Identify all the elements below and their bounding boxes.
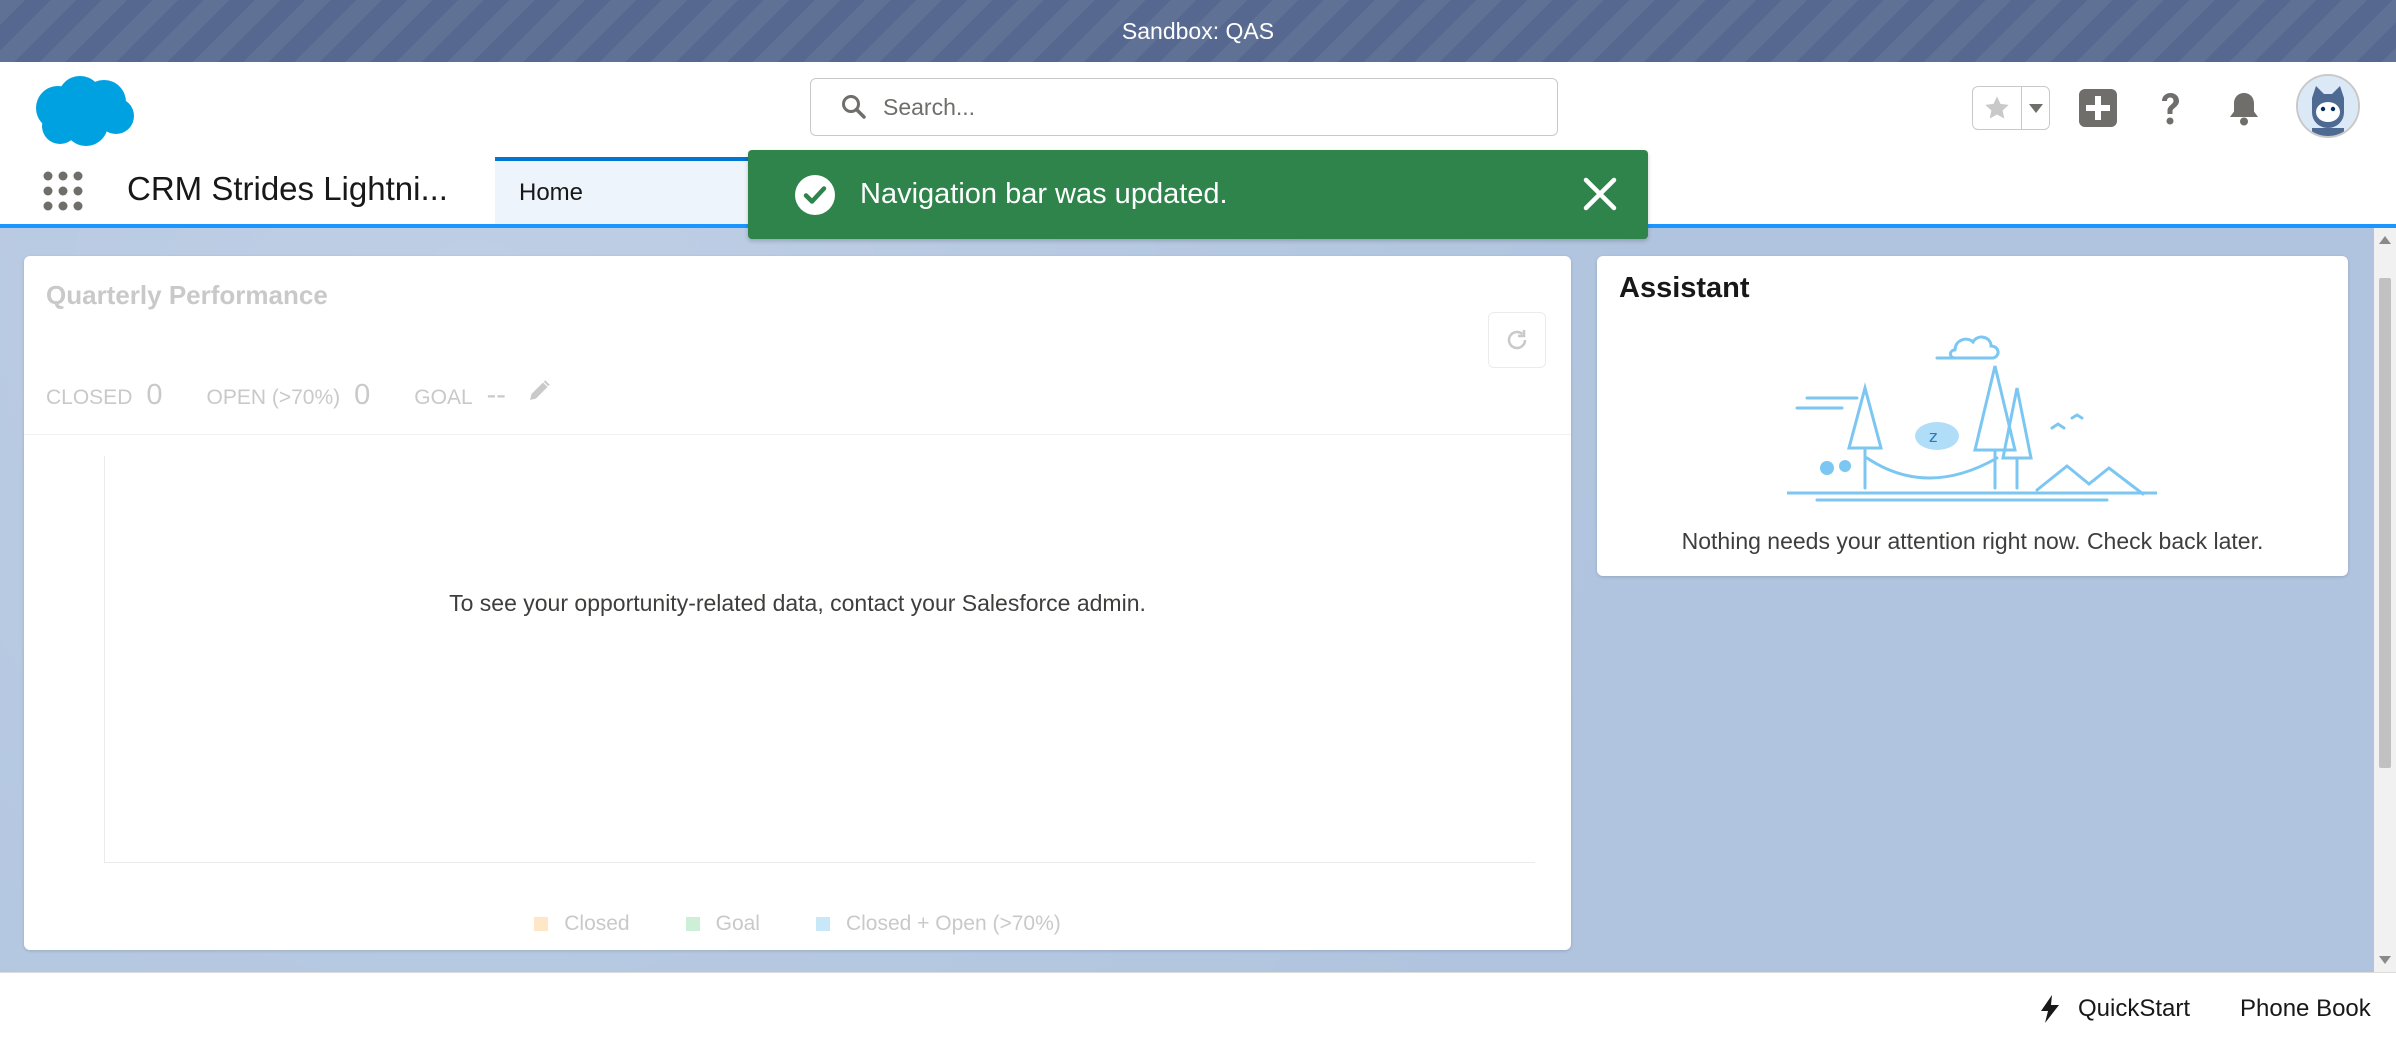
legend-label: Goal [715,912,760,935]
legend-swatch [815,917,830,931]
success-check-icon [795,174,835,215]
phone-book-button[interactable]: Phone Book [2240,995,2371,1023]
legend-item-closed: Closed [534,912,630,936]
global-header: Search... [0,62,2396,157]
assistant-empty-message: Nothing needs your attention right now. … [1681,528,2264,554]
quarterly-performance-card: Quarterly Performance CLOSED 0 OPEN (>70… [24,256,1571,950]
sandbox-label: Sandbox: QAS [1121,17,1275,44]
avatar[interactable] [2296,74,2360,138]
edit-goal-icon[interactable] [526,378,552,404]
scrollbar-thumb[interactable] [2379,278,2391,768]
lightning-icon [2041,995,2059,1023]
svg-text:z: z [1929,427,1937,446]
legend-item-closed-open: Closed + Open (>70%) [815,912,1061,936]
sandbox-banner: Sandbox: QAS [0,0,2396,62]
card-divider [24,434,1571,435]
performance-metrics: CLOSED 0 OPEN (>70%) 0 GOAL -- [46,378,552,412]
chevron-down-icon[interactable] [2021,87,2049,129]
success-toast: Navigation bar was updated. [748,150,1648,239]
closed-label: CLOSED [46,386,133,409]
utility-bar: QuickStart Phone Book [0,972,2396,1049]
phone-book-label: Phone Book [2240,995,2371,1022]
legend-item-goal: Goal [685,912,760,936]
legend-swatch [534,917,549,931]
page-scrollbar[interactable] [2374,228,2396,972]
favorites-button[interactable] [1972,86,2050,130]
search-icon [842,95,866,119]
salesforce-logo[interactable] [28,70,138,155]
legend-label: Closed + Open (>70%) [845,912,1061,935]
tab-home[interactable]: Home [495,157,750,224]
goal-value: -- [486,379,506,411]
scroll-down-arrow[interactable] [2379,956,2391,964]
refresh-button[interactable] [1488,312,1546,368]
empty-chart-message: To see your opportunity-related data, co… [449,590,1146,616]
app-name: CRM Strides Lightni... [127,170,448,207]
chart-area [104,456,1535,863]
goal-label: GOAL [414,386,473,409]
quickstart-label: QuickStart [2078,995,2191,1022]
search-placeholder: Search... [883,93,976,120]
empty-state-illustration: z [1787,335,2157,502]
legend-label: Closed [564,912,630,935]
open-label: OPEN (>70%) [206,386,341,409]
bell-icon[interactable] [2220,84,2268,132]
refresh-icon [1507,330,1527,350]
star-icon[interactable] [1973,87,2021,129]
add-icon[interactable] [2074,84,2122,132]
quickstart-button[interactable]: QuickStart [2040,995,2190,1023]
closed-value: 0 [146,379,163,411]
tab-home-label: Home [519,179,584,206]
chart-legend: Closed Goal Closed + Open (>70%) [24,912,1571,936]
help-icon[interactable] [2146,84,2194,132]
close-icon[interactable] [1582,176,1618,212]
card-title: Quarterly Performance [46,280,328,310]
open-value: 0 [354,379,371,411]
legend-swatch [685,917,700,931]
scroll-up-arrow[interactable] [2379,236,2391,244]
toast-message: Navigation bar was updated. [860,178,1228,210]
card-title: Assistant [1619,272,1750,304]
search-input[interactable]: Search... [810,78,1558,136]
assistant-card: Assistant z Nothing needs your attention… [1597,256,2348,576]
app-launcher-icon[interactable] [42,170,84,212]
